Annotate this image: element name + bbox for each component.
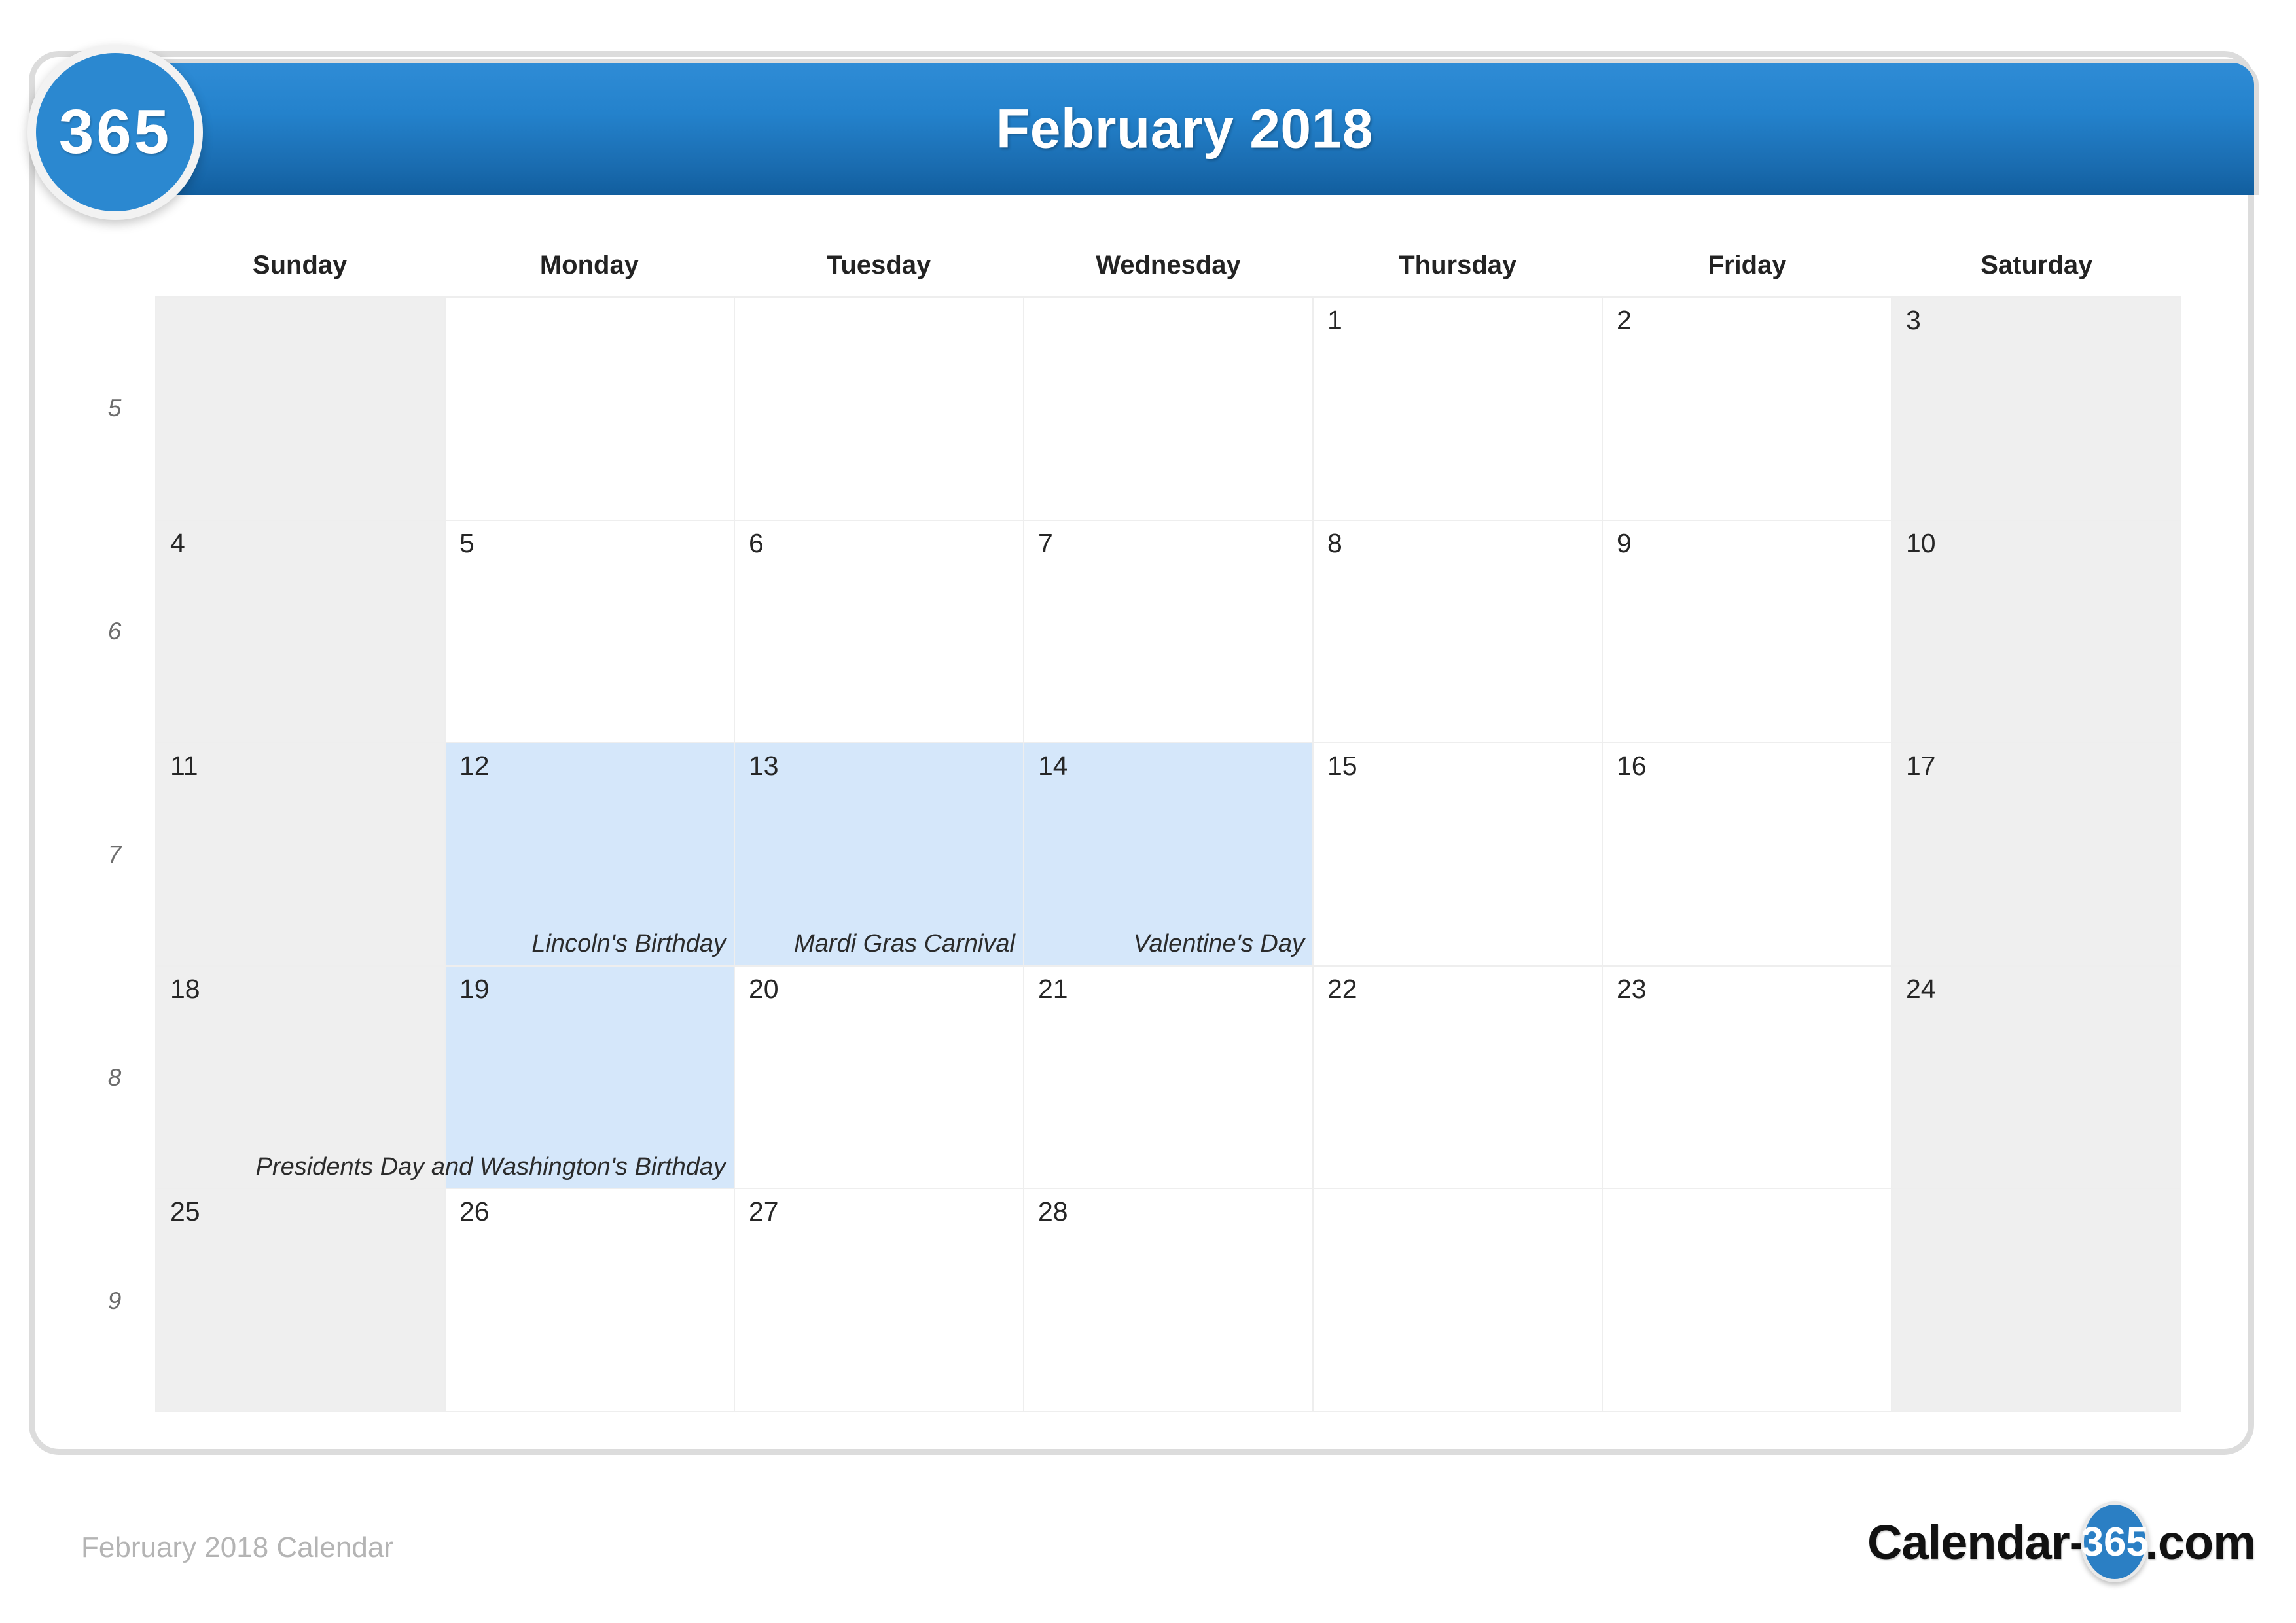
calendar-day-cell[interactable]: 28: [1024, 1189, 1314, 1412]
calendar-cell-empty: [1892, 1189, 2181, 1412]
calendar-day-cell[interactable]: 4: [156, 520, 446, 744]
day-number: 3: [1906, 305, 1921, 335]
calendar-day-cell[interactable]: 2: [1603, 298, 1892, 521]
day-number: 15: [1327, 751, 1357, 781]
calendar-day-cell[interactable]: 19 Presidents Day and Washington's Birthd…: [256, 966, 735, 1190]
weekday-header-tuesday: Tuesday: [827, 251, 931, 279]
day-number: 5: [459, 527, 475, 558]
logo-suffix-text: .com: [2145, 1514, 2256, 1569]
logo-prefix-text: Calendar-: [1867, 1514, 2085, 1569]
calendar-day-cell[interactable]: 21: [1024, 966, 1314, 1190]
day-number: 26: [459, 1196, 490, 1227]
day-event-label: Valentine's Day: [1133, 930, 1304, 958]
calendar-cell-empty: [156, 298, 446, 521]
month-header-bar: February 2018: [115, 63, 2254, 195]
calendar-cell-empty: [446, 298, 735, 521]
day-number: 21: [1038, 973, 1068, 1004]
day-number: 11: [170, 751, 198, 781]
calendar-day-cell[interactable]: 25: [156, 1189, 446, 1412]
week-number: 9: [107, 1287, 122, 1314]
day-number: 27: [749, 1196, 779, 1227]
day-number: 18: [170, 973, 200, 1004]
calendar-day-cell[interactable]: 17: [1892, 743, 2181, 967]
brand-365-badge-label: 365: [58, 97, 172, 167]
calendar-day-cell[interactable]: 14 Valentine's Day: [1024, 743, 1314, 967]
week-number-column: 5 6 7 8 9: [79, 296, 151, 1412]
weekday-header-monday: Monday: [539, 251, 639, 279]
calendar-day-cell[interactable]: 6: [735, 520, 1024, 744]
calendar-day-cell[interactable]: 11: [156, 743, 446, 967]
week-number: 5: [107, 394, 122, 421]
calendar-day-cell[interactable]: 27: [735, 1189, 1024, 1412]
day-number: 17: [1906, 751, 1936, 781]
calendar-day-cell[interactable]: 9: [1603, 520, 1892, 744]
day-number: 24: [1906, 973, 1936, 1004]
calendar-cell-empty: [735, 298, 1024, 521]
week-number: 6: [107, 617, 122, 645]
brand-365-badge-icon: 365: [27, 45, 203, 220]
day-event-label: Lincoln's Birthday: [531, 930, 726, 958]
day-event-label: Presidents Day and Washington's Birthday: [255, 1152, 726, 1181]
calendar-day-cell[interactable]: 13 Mardi Gras Carnival: [735, 743, 1024, 967]
calendar-day-cell[interactable]: 5: [446, 520, 735, 744]
logo-365-circle-icon: 365: [2081, 1501, 2149, 1582]
calendar-day-cell[interactable]: 1: [1314, 298, 1603, 521]
page-title: February 2018: [996, 98, 1374, 160]
day-number: 12: [459, 751, 490, 781]
calendar-grid: 1 2 3 4 5 6 7 8 9 10 11 12 Lincoln's Birthday 13 Mardi…: [155, 296, 2181, 1412]
calendar-cell-empty: [1314, 1189, 1603, 1412]
calendar-day-cell[interactable]: 24: [1892, 966, 2181, 1190]
weekday-header-thursday: Thursday: [1399, 251, 1517, 279]
calendar-day-cell[interactable]: 23: [1603, 966, 1892, 1190]
week-number: 7: [107, 840, 122, 868]
day-number: 2: [1617, 305, 1632, 335]
day-number: 19: [459, 973, 490, 1004]
day-number: 10: [1906, 527, 1936, 558]
calendar-cell-empty: [1024, 298, 1314, 521]
weekday-header-saturday: Saturday: [1981, 251, 2093, 279]
day-number: 1: [1327, 305, 1342, 335]
calendar-day-cell[interactable]: 10: [1892, 520, 2181, 744]
calendar-day-cell[interactable]: 3: [1892, 298, 2181, 521]
day-number: 4: [170, 527, 185, 558]
weekday-header-row: Sunday Monday Tuesday Wednesday Thursday Frid…: [155, 245, 2181, 292]
day-number: 14: [1038, 751, 1068, 781]
calendar-day-cell[interactable]: 22: [1314, 966, 1603, 1190]
day-number: 23: [1617, 973, 1647, 1004]
weekday-header-sunday: Sunday: [252, 251, 348, 279]
calendar-day-cell[interactable]: 26: [446, 1189, 735, 1412]
day-number: 6: [749, 527, 764, 558]
day-number: 28: [1038, 1196, 1068, 1227]
weekday-header-friday: Friday: [1708, 251, 1787, 279]
calendar-365-logo[interactable]: Calendar- 365 .com: [1867, 1501, 2256, 1582]
footer-caption: February 2018 Calendar: [81, 1531, 393, 1563]
day-number: 9: [1617, 527, 1632, 558]
day-number: 22: [1327, 973, 1357, 1004]
calendar-day-cell[interactable]: 15: [1314, 743, 1603, 967]
calendar-day-cell[interactable]: 12 Lincoln's Birthday: [446, 743, 735, 967]
day-number: 25: [170, 1196, 200, 1227]
day-number: 20: [749, 973, 779, 1004]
day-number: 7: [1038, 527, 1053, 558]
day-number: 8: [1327, 527, 1342, 558]
day-number: 16: [1617, 751, 1647, 781]
calendar-cell-empty: [1603, 1189, 1892, 1412]
weekday-header-wednesday: Wednesday: [1096, 251, 1241, 279]
calendar-day-cell[interactable]: 20: [735, 966, 1024, 1190]
calendar-day-cell[interactable]: 16: [1603, 743, 1892, 967]
calendar-day-cell[interactable]: 7: [1024, 520, 1314, 744]
week-number: 8: [107, 1063, 122, 1091]
calendar-day-cell[interactable]: 8: [1314, 520, 1603, 744]
day-event-label: Mardi Gras Carnival: [794, 930, 1015, 958]
day-number: 13: [749, 751, 779, 781]
